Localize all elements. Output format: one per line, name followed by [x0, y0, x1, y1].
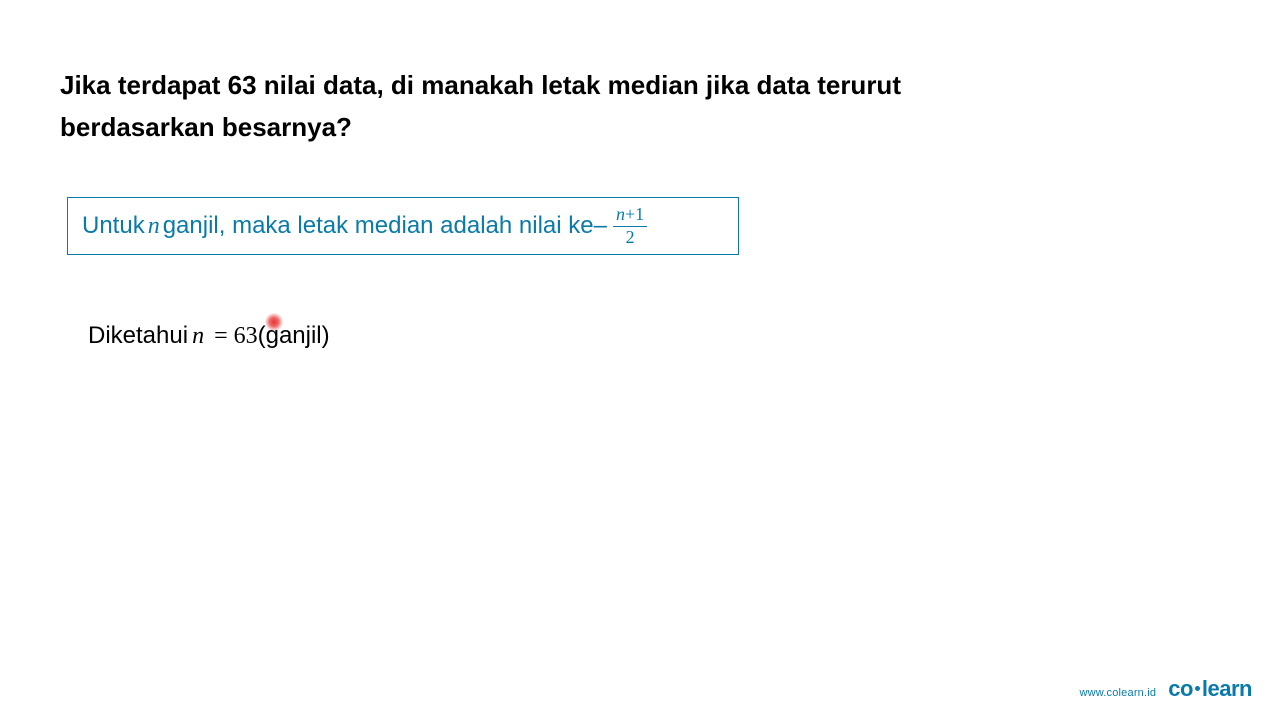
question-line1: Jika terdapat 63 nilai data, di manakah …: [60, 70, 901, 100]
laser-pointer-icon: [265, 313, 283, 331]
footer-logo: colearn: [1168, 676, 1252, 702]
formula-text: Untuk n ganjil, maka letak median adalah…: [82, 205, 647, 248]
question-text: Jika terdapat 63 nilai data, di manakah …: [60, 65, 901, 148]
given-label: Diketahui: [88, 322, 188, 350]
question-line2: berdasarkan besarnya?: [60, 112, 352, 142]
footer-logo-dot-icon: [1195, 686, 1200, 691]
given-equals: =: [214, 323, 228, 350]
formula-mid: ganjil, maka letak median adalah nilai k…: [163, 212, 607, 240]
given-value: 63: [234, 323, 258, 350]
footer-logo-co: co: [1168, 676, 1193, 701]
given-line: Diketahui n = 63 (ganjil): [88, 322, 330, 350]
formula-fraction: n+1 2: [613, 205, 647, 248]
given-var-n: n: [192, 323, 204, 350]
formula-prefix: Untuk: [82, 212, 145, 240]
formula-box: Untuk n ganjil, maka letak median adalah…: [67, 197, 739, 255]
formula-var-n: n: [148, 213, 160, 240]
footer-url: www.colearn.id: [1079, 687, 1156, 699]
fraction-denominator: 2: [626, 227, 635, 248]
fraction-numerator: n+1: [613, 205, 647, 227]
footer-logo-learn: learn: [1202, 676, 1252, 701]
footer: www.colearn.id colearn: [1079, 676, 1252, 702]
